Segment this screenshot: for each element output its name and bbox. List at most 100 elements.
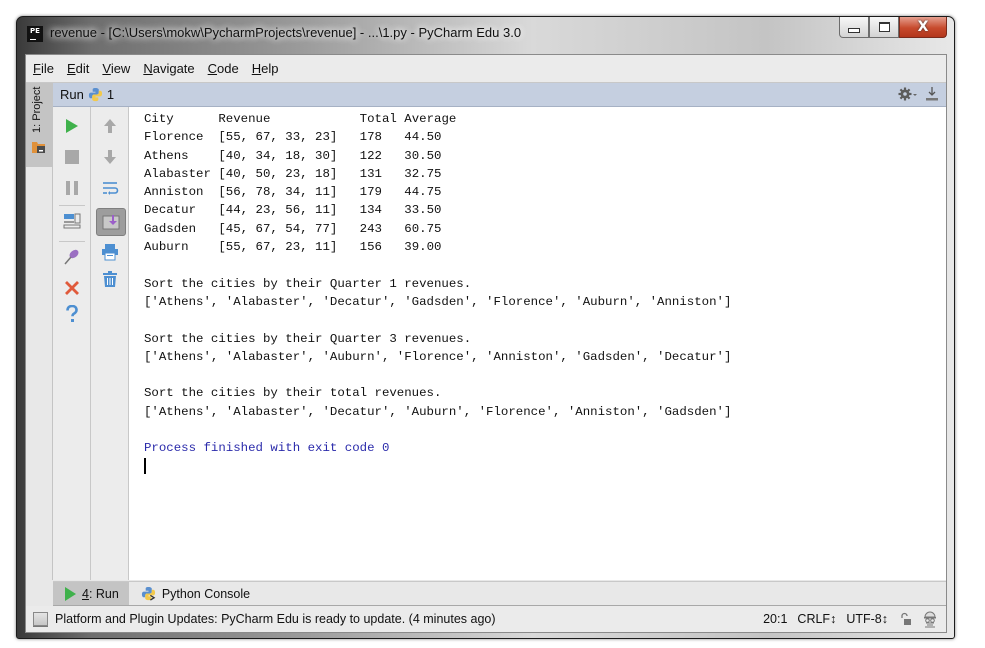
close-run-tab-button[interactable] (62, 278, 82, 298)
row-average: 32.75 (404, 166, 442, 181)
up-arrow-icon (104, 119, 116, 133)
console-text: City Revenue Total Average Florence [55, … (144, 110, 731, 476)
row-city: Gadsden (144, 221, 219, 236)
title-bar[interactable]: PE revenue - [C:\Users\mokw\PycharmProje… (17, 17, 954, 54)
pause-button[interactable] (62, 178, 82, 198)
settings-gear-icon[interactable] (898, 86, 918, 102)
sort-total-result: ['Athens', 'Alabaster', 'Decatur', 'Aubu… (144, 404, 732, 419)
row-revenue: [55, 67, 23, 11] (218, 240, 360, 255)
row-total: 122 (359, 148, 405, 163)
stop-icon (65, 150, 79, 164)
soft-wrap-button[interactable] (100, 178, 120, 198)
help-button[interactable] (62, 304, 82, 324)
menu-edit[interactable]: Edit (61, 61, 95, 76)
text-cursor (144, 458, 146, 475)
console-table-row: Auburn [55, 67, 23, 11] 156 39.00 (144, 238, 731, 256)
run-config-name[interactable]: 1 (107, 87, 114, 102)
previous-occurrence-button[interactable] (100, 116, 120, 136)
encoding-selector[interactable]: UTF-8↕ (846, 612, 888, 626)
status-message[interactable]: Platform and Plugin Updates: PyCharm Edu… (55, 612, 763, 626)
row-city: Athens (144, 148, 219, 163)
inspector-button[interactable] (922, 611, 938, 628)
menu-mnemonic: C (207, 61, 218, 76)
help-icon (66, 305, 78, 322)
scroll-to-end-icon (102, 215, 120, 230)
caret-position[interactable]: 20:1 (763, 612, 787, 626)
row-revenue: [45, 67, 54, 77] (218, 221, 360, 236)
left-tool-stripe: 1: Project (26, 83, 53, 580)
print-button[interactable] (100, 242, 120, 262)
menu-help[interactable]: Help (246, 61, 285, 76)
clear-all-button[interactable] (100, 269, 120, 289)
menu-mnemonic: F (33, 61, 41, 76)
row-city: Anniston (144, 185, 219, 200)
soft-wrap-icon (103, 182, 119, 195)
tab-run-label: 4: Run (82, 587, 119, 601)
run-panel-header: Run 1 (53, 83, 946, 107)
process-exit-message: Process finished with exit code 0 (144, 441, 390, 456)
project-tool-tab[interactable]: 1: Project (26, 83, 52, 167)
bottom-tool-tabs: 4: Run Python Console (53, 581, 946, 606)
pycharm-edu-app-icon[interactable]: PE (27, 26, 43, 42)
scroll-to-end-button[interactable] (96, 208, 126, 236)
unlock-icon (901, 612, 911, 625)
close-button[interactable]: X (899, 17, 947, 38)
menu-label: avigate (152, 61, 195, 76)
row-revenue: [44, 23, 56, 11] (218, 203, 360, 218)
menu-view[interactable]: View (96, 61, 136, 76)
col-revenue-header: Revenue (218, 112, 271, 126)
menu-mnemonic: E (66, 61, 76, 76)
pin-icon (64, 249, 79, 265)
run-console-output[interactable]: City Revenue Total Average Florence [55, … (129, 107, 946, 580)
window-controls: X (839, 17, 947, 39)
input-line[interactable] (144, 458, 731, 476)
menu-navigate[interactable]: Navigate (137, 61, 200, 76)
menu-label: dit (75, 61, 90, 76)
tab-run[interactable]: 4: Run (53, 582, 129, 605)
next-occurrence-button[interactable] (100, 147, 120, 167)
project-tab-label: 1: Project (31, 86, 43, 133)
menu-file[interactable]: File (27, 61, 60, 76)
project-folder-icon (32, 142, 45, 153)
stop-button[interactable] (62, 147, 82, 167)
menu-mnemonic: N (143, 61, 153, 76)
console-table-row: Florence [55, 67, 33, 23] 178 44.50 (144, 128, 731, 146)
sort-q3-heading: Sort the cities by their Quarter 3 reven… (144, 331, 472, 346)
row-total: 243 (359, 221, 405, 236)
print-icon (102, 244, 118, 261)
hide-panel-icon[interactable] (924, 86, 940, 102)
pause-icon (66, 181, 78, 195)
pin-tab-button[interactable] (62, 247, 82, 267)
tab-python-console[interactable]: Python Console (129, 582, 260, 605)
down-arrow-icon (104, 150, 116, 164)
run-icon (66, 119, 78, 133)
menu-mnemonic: V (102, 61, 111, 76)
sort-q1-result: ['Athens', 'Alabaster', 'Decatur', 'Gads… (144, 294, 732, 309)
row-total: 131 (359, 166, 405, 181)
col-average-header: Average (404, 112, 457, 126)
toolbar-separator (59, 205, 85, 206)
close-icon (65, 281, 79, 295)
console-table-row: Alabaster [40, 50, 23, 18] 131 32.75 (144, 165, 731, 183)
read-only-toggle[interactable] (898, 611, 914, 627)
row-average: 33.50 (404, 203, 442, 218)
run-toolbar-primary (53, 107, 91, 580)
ide-client-area: File Edit View Navigate Code Help 1: Pro… (25, 54, 947, 633)
status-bar: Platform and Plugin Updates: PyCharm Edu… (26, 606, 946, 632)
maximize-button[interactable] (869, 17, 899, 38)
menu-label: ile (40, 61, 54, 76)
minimize-button[interactable] (839, 17, 869, 38)
line-separator-selector[interactable]: CRLF↕ (797, 612, 836, 626)
restore-layout-button[interactable] (62, 211, 82, 231)
row-city: Decatur (144, 203, 219, 218)
menu-code[interactable]: Code (202, 61, 245, 76)
menu-label: ode (217, 61, 239, 76)
menu-mnemonic: H (251, 61, 262, 76)
toggle-tool-windows-button[interactable] (33, 612, 48, 626)
col-total-header: Total (359, 112, 397, 126)
run-toolbar-secondary (91, 107, 129, 580)
window-title: revenue - [C:\Users\mokw\PycharmProjects… (50, 25, 522, 40)
rerun-button[interactable] (62, 116, 82, 136)
